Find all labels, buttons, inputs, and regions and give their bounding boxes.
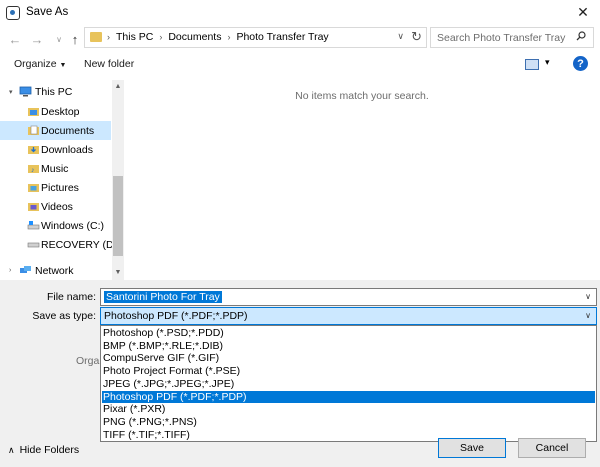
nav-label: RECOVERY (D:) xyxy=(41,238,120,251)
forward-arrow-icon[interactable]: → xyxy=(28,30,46,48)
file-name-value: Santorini Photo For Tray xyxy=(104,291,222,303)
file-type-option[interactable]: JPEG (*.JPG;*.JPEG;*.JPE) xyxy=(102,378,595,391)
nav-label: Music xyxy=(41,162,69,175)
breadcrumb-separator-icon: › xyxy=(227,32,231,42)
hide-folders-label: Hide Folders xyxy=(19,444,80,456)
file-name-field[interactable]: Santorini Photo For Tray ∨ xyxy=(100,288,597,306)
computer-icon xyxy=(19,86,32,97)
folder-icon xyxy=(90,32,102,42)
nav-item-this-pc[interactable]: ▾ This PC xyxy=(0,82,111,101)
organize-label: Organize xyxy=(14,58,57,70)
breadcrumb-photo-transfer-tray[interactable]: Photo Transfer Tray xyxy=(232,31,332,43)
empty-message: No items match your search. xyxy=(295,90,429,102)
nav-item-pictures[interactable]: Pictures xyxy=(0,178,111,197)
svg-text:♪: ♪ xyxy=(31,167,35,174)
hide-folders-button[interactable]: ∧ Hide Folders xyxy=(8,444,79,456)
save-as-type-select[interactable]: Photoshop PDF (*.PDF;*.PDP) ∨ xyxy=(100,307,597,325)
save-as-type-label: Save as type: xyxy=(32,310,96,322)
nav-label: Network xyxy=(35,264,74,277)
nav-item-recovery-d[interactable]: RECOVERY (D:) xyxy=(0,235,120,254)
command-bar: Organize ▼ New folder ▾ ? xyxy=(0,54,600,76)
chevron-up-icon: ∧ xyxy=(8,444,15,455)
chevron-down-icon[interactable]: ∨ xyxy=(585,292,591,301)
file-name-label: File name: xyxy=(46,291,96,303)
file-type-option[interactable]: PNG (*.PNG;*.PNS) xyxy=(102,416,595,429)
downloads-icon xyxy=(28,146,39,154)
drive-icon xyxy=(27,242,40,248)
chevron-down-icon[interactable]: ▾ xyxy=(9,88,13,96)
view-options-icon[interactable] xyxy=(525,59,539,70)
navigation-pane: ▾ This PC Desktop Documents Downloads ♪ … xyxy=(0,80,124,280)
file-type-option[interactable]: BMP (*.BMP;*.RLE;*.DIB) xyxy=(102,340,595,353)
videos-icon xyxy=(28,203,39,211)
nav-label: This PC xyxy=(35,85,73,98)
nav-item-windows-c[interactable]: Windows (C:) xyxy=(0,216,111,235)
file-type-option[interactable]: CompuServe GIF (*.GIF) xyxy=(102,352,595,365)
chevron-down-icon[interactable]: ∨ xyxy=(585,311,591,320)
breadcrumb-documents[interactable]: Documents xyxy=(164,31,225,43)
breadcrumb: › This PC › Documents › Photo Transfer T… xyxy=(105,31,333,43)
nav-item-network[interactable]: › Network xyxy=(0,261,111,280)
organize-button[interactable]: Organize ▼ xyxy=(14,58,66,70)
app-icon xyxy=(6,6,20,20)
nav-label: Desktop xyxy=(41,105,80,118)
search-icon[interactable] xyxy=(576,31,586,41)
chevron-down-icon[interactable]: ∨ xyxy=(397,31,404,42)
nav-item-documents[interactable]: Documents xyxy=(0,121,111,140)
search-input[interactable]: Search Photo Transfer Tray xyxy=(430,27,594,48)
address-bar[interactable]: › This PC › Documents › Photo Transfer T… xyxy=(84,27,427,48)
nav-item-desktop[interactable]: Desktop xyxy=(0,102,111,121)
caret-down-icon: ▼ xyxy=(59,62,67,69)
file-type-option[interactable]: Photoshop (*.PSD;*.PDD) xyxy=(102,327,595,340)
caret-down-icon[interactable]: ▾ xyxy=(545,57,550,68)
file-type-option[interactable]: Photo Project Format (*.PSE) xyxy=(102,365,595,378)
network-icon xyxy=(20,266,31,273)
file-type-option[interactable]: Photoshop PDF (*.PDF;*.PDP) xyxy=(102,390,595,404)
pictures-icon xyxy=(28,184,39,192)
title-bar: Save As ✕ xyxy=(0,0,600,26)
nav-item-music[interactable]: ♪ Music xyxy=(0,159,111,178)
search-placeholder: Search Photo Transfer Tray xyxy=(437,32,566,44)
nav-label: Windows (C:) xyxy=(41,219,105,232)
documents-icon xyxy=(28,125,39,135)
music-icon: ♪ xyxy=(28,165,39,174)
save-as-type-value: Photoshop PDF (*.PDF;*.PDP) xyxy=(104,310,248,322)
refresh-icon[interactable]: ↻ xyxy=(411,29,422,45)
close-icon[interactable]: ✕ xyxy=(566,0,600,24)
save-button[interactable]: Save xyxy=(438,438,506,458)
back-arrow-icon[interactable]: ← xyxy=(6,30,24,48)
scroll-down-icon[interactable]: ▼ xyxy=(112,266,124,278)
breadcrumb-this-pc[interactable]: This PC xyxy=(112,31,157,43)
breadcrumb-separator-icon: › xyxy=(159,32,163,42)
scroll-up-icon[interactable]: ▲ xyxy=(112,80,124,92)
cancel-button[interactable]: Cancel xyxy=(518,438,586,458)
folder-blue-icon xyxy=(28,108,39,116)
nav-scrollbar-thumb[interactable] xyxy=(113,176,123,256)
file-type-dropdown: Photoshop (*.PSD;*.PDD) BMP (*.BMP;*.RLE;… xyxy=(100,325,597,442)
nav-item-videos[interactable]: Videos xyxy=(0,197,111,216)
nav-label: Pictures xyxy=(41,181,79,194)
window-title: Save As xyxy=(26,6,69,18)
partially-hidden-label: Orga xyxy=(76,355,100,367)
up-arrow-icon[interactable]: ↑ xyxy=(66,30,84,48)
file-type-option[interactable]: Pixar (*.PXR) xyxy=(102,403,595,416)
drive-icon xyxy=(27,221,40,230)
nav-item-downloads[interactable]: Downloads xyxy=(0,140,111,159)
nav-label: Documents xyxy=(41,124,95,137)
help-icon[interactable]: ? xyxy=(573,56,588,71)
nav-label: Downloads xyxy=(41,143,93,156)
breadcrumb-separator-icon: › xyxy=(107,32,110,42)
nav-label: Videos xyxy=(41,200,73,213)
chevron-right-icon[interactable]: › xyxy=(9,267,11,274)
new-folder-button[interactable]: New folder xyxy=(84,58,134,70)
